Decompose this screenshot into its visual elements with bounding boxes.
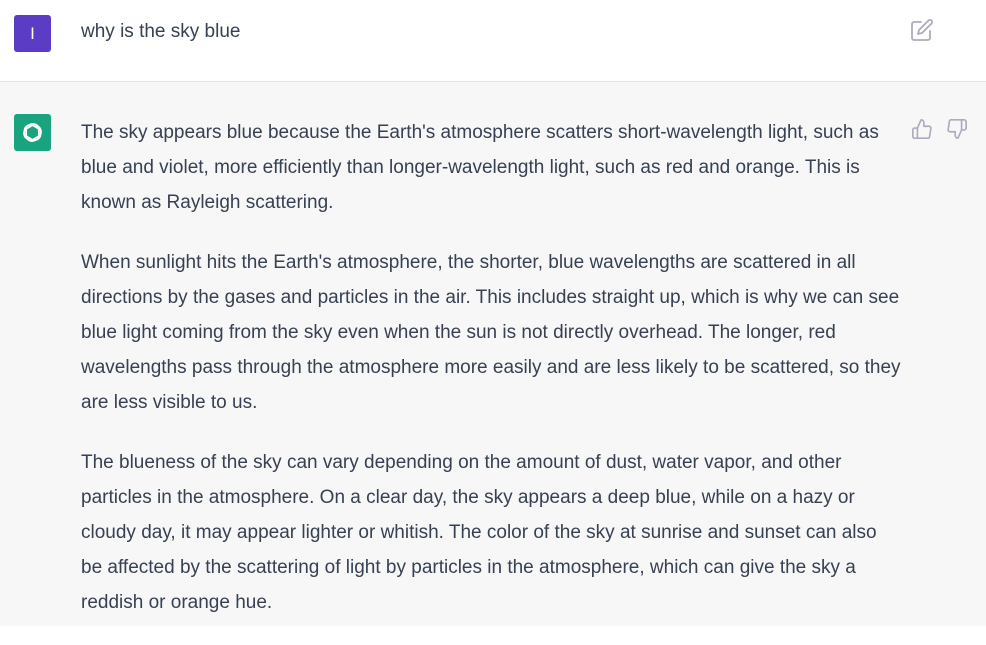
thumbs-down-button[interactable] (946, 118, 968, 140)
assistant-avatar (14, 114, 51, 151)
thumbs-down-icon (947, 119, 967, 139)
openai-logo-icon (23, 123, 42, 142)
assistant-message-text: The sky appears blue because the Earth's… (81, 115, 901, 645)
answer-paragraph: When sunlight hits the Earth's atmospher… (81, 252, 901, 413)
user-message-text: why is the sky blue (81, 21, 241, 42)
answer-paragraph: The blueness of the sky can vary dependi… (81, 452, 877, 613)
thumbs-up-button[interactable] (911, 118, 933, 140)
edit-icon (911, 19, 933, 41)
assistant-message-row: The sky appears blue because the Earth's… (0, 82, 986, 626)
user-message-row: I why is the sky blue (0, 0, 986, 82)
edit-message-button[interactable] (910, 18, 934, 42)
user-avatar: I (14, 15, 51, 52)
answer-paragraph: The sky appears blue because the Earth's… (81, 122, 879, 213)
thumbs-up-icon (912, 119, 932, 139)
